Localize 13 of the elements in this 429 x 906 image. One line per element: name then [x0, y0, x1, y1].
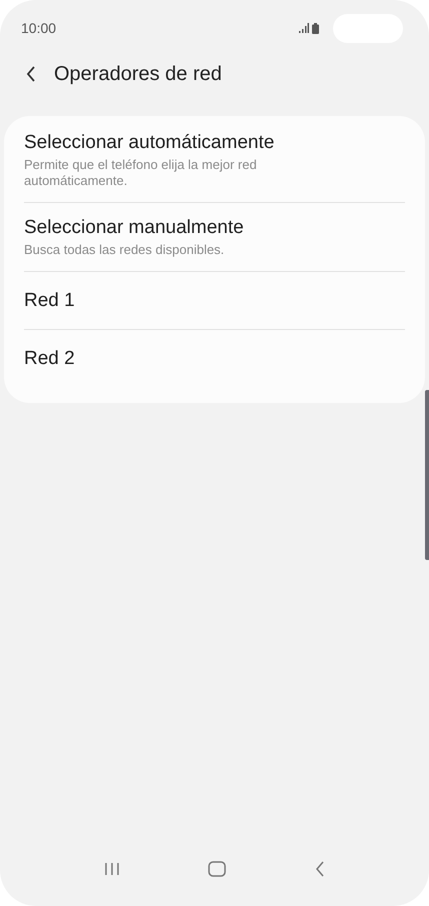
- back-icon[interactable]: [26, 66, 36, 82]
- recent-apps-icon[interactable]: [104, 862, 120, 876]
- home-icon[interactable]: [208, 861, 226, 877]
- option-title[interactable]: Red 1: [24, 290, 405, 312]
- option-title[interactable]: Seleccionar manualmente: [24, 217, 405, 239]
- signal-icon: [299, 23, 309, 33]
- option-title[interactable]: Red 2: [24, 348, 405, 370]
- page-title: Operadores de red: [54, 62, 222, 86]
- status-time: 10:00: [21, 20, 58, 36]
- option-description: Permite que el teléfono elija la mejor red automáticamente.: [24, 157, 258, 189]
- option-title[interactable]: Seleccionar automáticamente: [24, 132, 405, 154]
- option-description: Busca todas las redes disponibles.: [24, 242, 226, 258]
- battery-icon: [312, 22, 319, 34]
